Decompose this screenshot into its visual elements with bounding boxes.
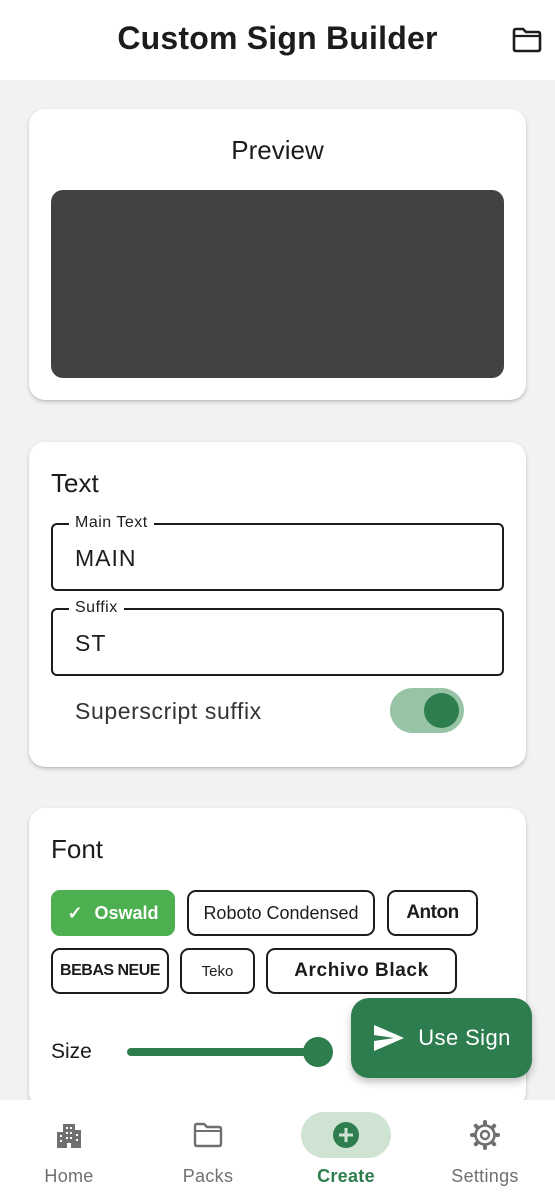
font-chip-bebas-neue[interactable]: BEBAS NEUE <box>51 948 169 994</box>
text-card: Text Main Text MAIN Suffix ST Superscrip… <box>29 442 526 767</box>
preview-card: Preview <box>29 109 526 400</box>
gear-icon <box>470 1120 500 1150</box>
folder-icon <box>193 1122 223 1148</box>
nav-item-packs[interactable]: Packs <box>139 1100 277 1200</box>
nav-label-home: Home <box>44 1166 94 1186</box>
bottom-nav: Home Packs Create Settings <box>0 1100 555 1200</box>
folder-icon <box>512 27 542 53</box>
page-title: Custom Sign Builder <box>117 20 438 56</box>
font-chip-label: Archivo Black <box>294 960 429 981</box>
main-text-field[interactable]: Main Text MAIN <box>51 514 504 591</box>
font-chip-label: Roboto Condensed <box>203 902 359 923</box>
add-circle-icon <box>333 1122 359 1148</box>
use-sign-label: Use Sign <box>418 1025 511 1050</box>
nav-item-settings[interactable]: Settings <box>416 1100 554 1200</box>
toggle-knob <box>424 693 459 728</box>
size-label: Size <box>51 1040 92 1063</box>
font-chip-label: BEBAS NEUE <box>60 962 160 979</box>
size-slider-track[interactable] <box>127 1048 319 1056</box>
open-folder-button[interactable] <box>508 24 546 56</box>
font-chip-archivo-black[interactable]: Archivo Black <box>266 948 457 994</box>
nav-active-indicator <box>301 1112 391 1158</box>
city-icon <box>57 1124 81 1148</box>
nav-label-settings: Settings <box>451 1166 519 1186</box>
main-text-input[interactable]: MAIN <box>75 545 137 572</box>
suffix-input[interactable]: ST <box>75 630 106 657</box>
font-chip-label: Anton <box>406 902 459 923</box>
preview-title: Preview <box>231 135 324 165</box>
font-chip-teko[interactable]: Teko <box>180 948 255 994</box>
text-section-title: Text <box>51 468 99 498</box>
send-icon <box>374 1025 405 1051</box>
sign-preview <box>51 190 504 378</box>
superscript-suffix-label: Superscript suffix <box>75 698 262 724</box>
superscript-suffix-toggle[interactable] <box>390 688 464 733</box>
nav-label-packs: Packs <box>182 1166 234 1186</box>
check-icon: ✓ <box>67 902 83 923</box>
font-chip-oswald[interactable]: ✓ Oswald <box>51 890 175 936</box>
nav-item-create[interactable]: Create <box>277 1100 415 1200</box>
nav-label-create: Create <box>317 1166 375 1186</box>
font-chip-label: Oswald <box>94 902 159 923</box>
size-slider-thumb[interactable] <box>303 1037 333 1067</box>
suffix-field[interactable]: Suffix ST <box>51 599 504 676</box>
font-section-title: Font <box>51 834 104 864</box>
use-sign-button[interactable]: Use Sign <box>351 998 532 1078</box>
main-text-label: Main Text <box>69 514 154 532</box>
font-chip-roboto-condensed[interactable]: Roboto Condensed <box>187 890 375 936</box>
font-chip-anton[interactable]: Anton <box>387 890 478 936</box>
app-bar: Custom Sign Builder <box>0 0 555 80</box>
nav-item-home[interactable]: Home <box>0 1100 138 1200</box>
font-chip-label: Teko <box>201 962 234 980</box>
suffix-label: Suffix <box>69 599 124 617</box>
